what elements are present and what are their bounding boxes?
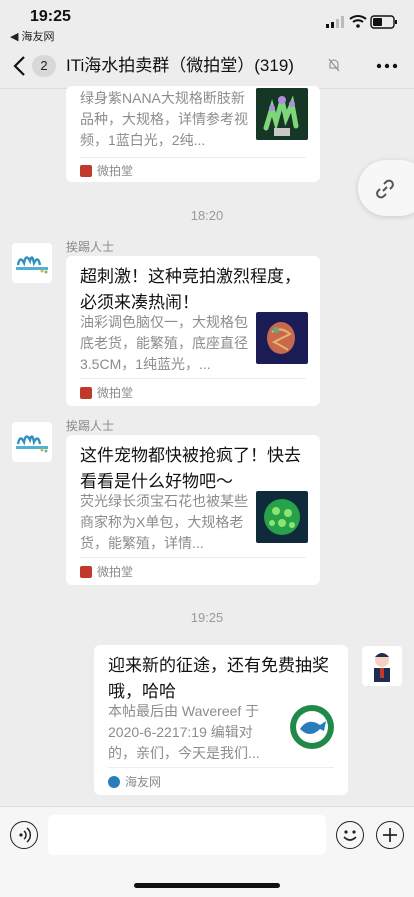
link-card-description: 油彩调色脑仅一，大规格包底老货，能繁殖，底座直径3.5CM，1纯蓝光，... bbox=[80, 314, 248, 372]
card-source: 微拍堂 bbox=[80, 564, 133, 580]
chat-header: 2 ITi海水拍卖群（微拍堂）(319) bbox=[0, 44, 414, 89]
link-card-title: 这件宠物都快被抢疯了！快去看看是什么好物吧～ bbox=[80, 446, 301, 491]
status-bar: 19:25 ◀ 海友网 bbox=[0, 0, 414, 44]
link-card[interactable]: 迎来新的征途，还有免费抽奖哦，哈哈 本帖最后由 Wavereef 于 2020-… bbox=[94, 645, 348, 795]
card-source: 微拍堂 bbox=[80, 385, 133, 401]
chat-title: ITi海水拍卖群（微拍堂）(319) bbox=[66, 56, 294, 75]
card-source: 海友网 bbox=[108, 774, 161, 790]
avatar[interactable] bbox=[12, 422, 52, 462]
weipaitang-icon bbox=[80, 165, 92, 177]
card-divider bbox=[80, 557, 306, 558]
avatar[interactable] bbox=[12, 243, 52, 283]
back-chevron-icon[interactable] bbox=[10, 54, 32, 78]
home-indicator[interactable] bbox=[134, 883, 280, 888]
sender-name: 挨踢人士 bbox=[66, 419, 115, 433]
link-card[interactable]: 绿身紫NANA大规格断肢新品种，大规格，详情参考视频，1蓝白光，2纯... 微拍… bbox=[66, 86, 320, 182]
card-source-label: 海友网 bbox=[125, 775, 162, 789]
card-source: 微拍堂 bbox=[80, 163, 133, 179]
timestamp: 19:25 bbox=[190, 610, 224, 625]
more-options-icon[interactable] bbox=[376, 58, 398, 74]
card-source-label: 微拍堂 bbox=[97, 164, 134, 178]
link-card[interactable]: 这件宠物都快被抢疯了！快去看看是什么好物吧～ 荧光绿长须宝石花也被某些商家称为X… bbox=[66, 435, 320, 585]
link-card-description: 绿身紫NANA大规格断肢新品种，大规格，详情参考视频，1蓝白光，2纯... bbox=[80, 90, 248, 148]
battery-icon bbox=[370, 15, 397, 29]
link-card-description: 荧光绿长须宝石花也被某些商家称为X单包，大规格老货，能繁殖，详情... bbox=[80, 493, 248, 551]
message-input[interactable] bbox=[48, 815, 326, 855]
wifi-icon bbox=[349, 15, 367, 28]
weipaitang-icon bbox=[80, 387, 92, 399]
link-card-title: 迎来新的征途，还有免费抽奖哦，哈哈 bbox=[108, 656, 329, 701]
link-card[interactable]: 超刺激！这种竞拍激烈程度，必须来凑热闹！ 油彩调色脑仅一，大规格包底老货，能繁殖… bbox=[66, 256, 320, 406]
card-divider bbox=[80, 157, 306, 158]
timestamp: 18:20 bbox=[190, 208, 224, 223]
coral-thumbnail bbox=[256, 312, 308, 364]
sender-name: 挨踢人士 bbox=[66, 240, 115, 254]
coral-thumbnail bbox=[256, 88, 308, 140]
back-to-app-link[interactable]: ◀ 海友网 bbox=[10, 28, 55, 44]
link-icon bbox=[376, 179, 394, 199]
card-source-label: 微拍堂 bbox=[97, 565, 134, 579]
weipaitang-icon bbox=[80, 566, 92, 578]
avatar[interactable] bbox=[362, 646, 402, 686]
mute-bell-icon bbox=[328, 58, 340, 72]
link-card-description: 本帖最后由 Wavereef 于 2020-6-2217:19 编辑对的，亲们，… bbox=[108, 703, 260, 761]
emoji-icon[interactable] bbox=[336, 821, 364, 849]
add-attachment-icon[interactable] bbox=[376, 821, 404, 849]
voice-input-icon[interactable] bbox=[10, 821, 38, 849]
status-time: 19:25 bbox=[30, 8, 71, 25]
cellular-signal-icon bbox=[326, 16, 344, 28]
coral-thumbnail bbox=[256, 491, 308, 543]
haiyou-icon bbox=[108, 776, 120, 788]
haiyou-logo-thumbnail bbox=[286, 701, 338, 753]
card-divider bbox=[108, 767, 334, 768]
card-source-label: 微拍堂 bbox=[97, 386, 134, 400]
link-card-title: 超刺激！这种竞拍激烈程度，必须来凑热闹！ bbox=[80, 267, 301, 312]
unread-count-badge[interactable]: 2 bbox=[32, 55, 56, 77]
card-divider bbox=[80, 378, 306, 379]
